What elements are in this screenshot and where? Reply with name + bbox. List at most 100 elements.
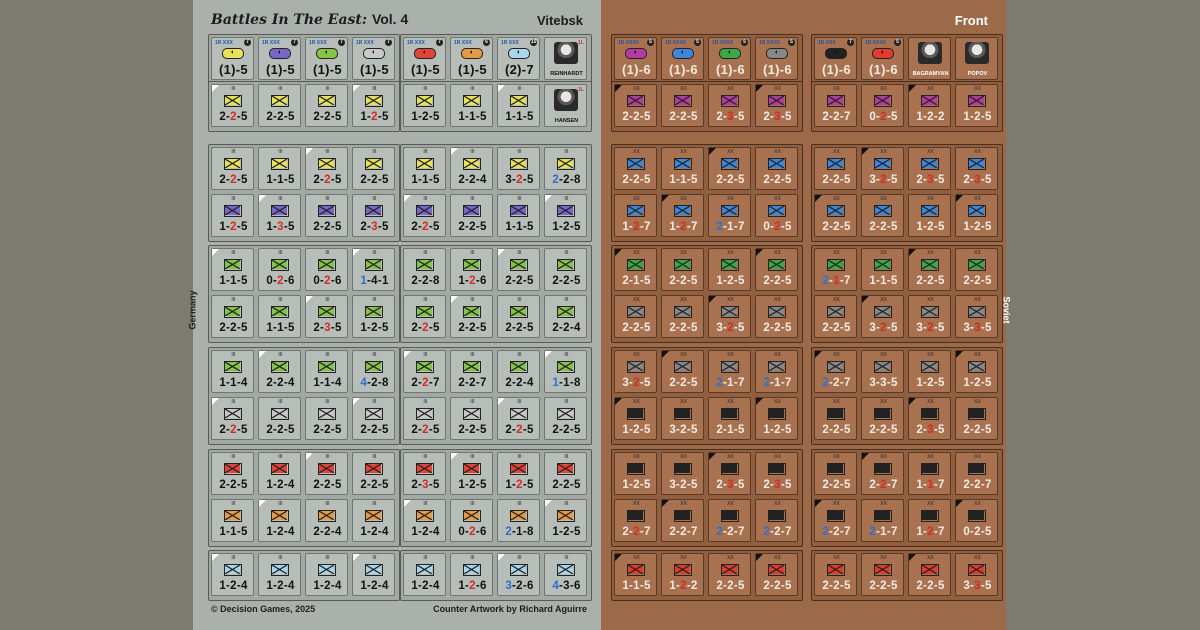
soviet-unit-counter[interactable]: XX 3-3-5 <box>955 553 998 596</box>
soviet-unit-counter[interactable]: XX 3-2-5 <box>908 295 951 338</box>
german-unit-counter[interactable]: III 2-2-5 <box>497 248 540 291</box>
soviet-unit-counter[interactable]: XX 2-2-5 <box>661 248 704 291</box>
german-unit-counter[interactable]: III 2-2-5 <box>352 147 395 190</box>
soviet-unit-counter[interactable]: XX 2-2-5 <box>861 553 904 596</box>
german-hq-counter[interactable]: 1R XXX 7 ◐ (1)-5 <box>211 37 254 80</box>
german-unit-counter[interactable]: III 1-2-5 <box>450 452 493 495</box>
german-unit-counter[interactable]: III 3-2-6 <box>497 553 540 596</box>
german-unit-counter[interactable]: III 1-2-4 <box>211 553 254 596</box>
soviet-unit-counter[interactable]: XX 2-1-7 <box>755 350 798 393</box>
german-unit-counter[interactable]: III 4-3-6 <box>544 553 587 596</box>
soviet-unit-counter[interactable]: XX 1-1-5 <box>861 248 904 291</box>
soviet-unit-counter[interactable]: XX 2-1-7 <box>708 350 751 393</box>
german-unit-counter[interactable]: III 1-2-6 <box>450 553 493 596</box>
german-unit-counter[interactable]: III 1-2-4 <box>403 553 446 596</box>
german-unit-counter[interactable]: III 2-2-4 <box>258 350 301 393</box>
german-unit-counter[interactable]: III 2-2-8 <box>544 147 587 190</box>
german-unit-counter[interactable]: III 1-1-5 <box>450 84 493 127</box>
soviet-unit-counter[interactable]: XX 2-2-5 <box>814 295 857 338</box>
german-unit-counter[interactable]: III 2-2-5 <box>497 397 540 440</box>
soviet-unit-counter[interactable]: XX 3-3-5 <box>861 350 904 393</box>
german-unit-counter[interactable]: III 2-2-5 <box>211 84 254 127</box>
german-hq-counter[interactable]: 1R XXX 7 ◐ (1)-5 <box>352 37 395 80</box>
soviet-unit-counter[interactable]: XX 3-2-5 <box>661 452 704 495</box>
soviet-unit-counter[interactable]: XX 2-2-5 <box>755 295 798 338</box>
soviet-unit-counter[interactable]: XX 3-2-5 <box>861 147 904 190</box>
german-unit-counter[interactable]: III 1-2-4 <box>305 553 348 596</box>
german-unit-counter[interactable]: III 2-2-5 <box>403 397 446 440</box>
german-unit-counter[interactable]: III 1-2-5 <box>352 84 395 127</box>
german-unit-counter[interactable]: III 1-1-5 <box>497 194 540 237</box>
german-unit-counter[interactable]: III 2-3-5 <box>352 194 395 237</box>
german-unit-counter[interactable]: III 2-3-5 <box>403 452 446 495</box>
german-unit-counter[interactable]: III 1-2-5 <box>544 499 587 542</box>
soviet-unit-counter[interactable]: XX 2-2-5 <box>908 553 951 596</box>
german-unit-counter[interactable]: III 2-2-5 <box>403 194 446 237</box>
german-unit-counter[interactable]: III 1-1-5 <box>211 248 254 291</box>
german-unit-counter[interactable]: III 1-1-8 <box>544 350 587 393</box>
soviet-unit-counter[interactable]: XX 2-2-7 <box>708 499 751 542</box>
soviet-unit-counter[interactable]: XX 1-1-5 <box>661 147 704 190</box>
soviet-unit-counter[interactable]: XX 2-2-7 <box>861 452 904 495</box>
german-unit-counter[interactable]: III 2-2-5 <box>352 452 395 495</box>
german-unit-counter[interactable]: III 1-2-4 <box>258 452 301 495</box>
soviet-unit-counter[interactable]: XX 2-2-7 <box>755 499 798 542</box>
soviet-unit-counter[interactable]: XX 2-2-5 <box>955 248 998 291</box>
german-unit-counter[interactable]: III 1-2-5 <box>211 194 254 237</box>
soviet-unit-counter[interactable]: XX 1-2-5 <box>614 452 657 495</box>
soviet-unit-counter[interactable]: XX 2-2-7 <box>814 84 857 127</box>
german-unit-counter[interactable]: III 2-2-5 <box>211 452 254 495</box>
german-unit-counter[interactable]: III 1-3-5 <box>258 194 301 237</box>
german-unit-counter[interactable]: III 2-2-5 <box>211 295 254 338</box>
soviet-unit-counter[interactable]: XX 2-2-5 <box>908 248 951 291</box>
soviet-unit-counter[interactable]: XX 1-2-7 <box>661 194 704 237</box>
soviet-unit-counter[interactable]: XX 2-2-7 <box>814 499 857 542</box>
soviet-hq-counter[interactable]: 1R XXXX 5 ◐ (1)-6 <box>614 37 657 80</box>
german-hq-counter[interactable]: 1R XXX 15 ◐ (2)-7 <box>497 37 540 80</box>
german-unit-counter[interactable]: III 0-2-6 <box>258 248 301 291</box>
german-unit-counter[interactable]: III 2-2-5 <box>305 397 348 440</box>
soviet-unit-counter[interactable]: XX 2-2-7 <box>614 499 657 542</box>
german-unit-counter[interactable]: III 1-1-5 <box>258 147 301 190</box>
soviet-hq-counter[interactable]: 1R XXXX 5 ◐ (1)-6 <box>755 37 798 80</box>
soviet-unit-counter[interactable]: XX 2-2-5 <box>661 350 704 393</box>
soviet-unit-counter[interactable]: XX 2-3-5 <box>708 84 751 127</box>
soviet-unit-counter[interactable]: XX 2-2-5 <box>755 248 798 291</box>
german-unit-counter[interactable]: III 1-2-5 <box>544 194 587 237</box>
german-unit-counter[interactable]: III 2-2-8 <box>403 248 446 291</box>
soviet-unit-counter[interactable]: XX 2-2-5 <box>661 295 704 338</box>
german-unit-counter[interactable]: III 2-1-8 <box>497 499 540 542</box>
soviet-unit-counter[interactable]: XX 1-2-2 <box>661 553 704 596</box>
german-unit-counter[interactable]: III 1-2-4 <box>352 553 395 596</box>
german-unit-counter[interactable]: III 2-2-4 <box>305 499 348 542</box>
german-hq-counter[interactable]: 1R XXX 6 ◐ (1)-5 <box>450 37 493 80</box>
soviet-hq-counter[interactable]: 1R XXXX 5 ◐ (1)-6 <box>708 37 751 80</box>
soviet-unit-counter[interactable]: XX 2-1-5 <box>614 248 657 291</box>
german-unit-counter[interactable]: III 1-1-4 <box>211 350 254 393</box>
soviet-unit-counter[interactable]: XX 3-2-5 <box>614 350 657 393</box>
soviet-unit-counter[interactable]: XX 1-2-7 <box>908 499 951 542</box>
soviet-unit-counter[interactable]: XX 1-2-5 <box>955 350 998 393</box>
soviet-unit-counter[interactable]: XX 1-2-5 <box>614 397 657 440</box>
german-unit-counter[interactable]: III 2-2-7 <box>403 350 446 393</box>
soviet-unit-counter[interactable]: XX 2-3-5 <box>755 452 798 495</box>
german-unit-counter[interactable]: III 1-4-1 <box>352 248 395 291</box>
soviet-hq-counter[interactable]: 1R XXXX 5 ◐ (1)-6 <box>661 37 704 80</box>
soviet-unit-counter[interactable]: XX 2-1-5 <box>708 397 751 440</box>
soviet-unit-counter[interactable]: XX 0-2-5 <box>955 499 998 542</box>
german-unit-counter[interactable]: III 3-2-5 <box>497 147 540 190</box>
soviet-unit-counter[interactable]: XX 2-1-7 <box>708 194 751 237</box>
german-unit-counter[interactable]: III 1-1-5 <box>403 147 446 190</box>
soviet-unit-counter[interactable]: XX 2-2-5 <box>814 397 857 440</box>
soviet-unit-counter[interactable]: XX 2-2-5 <box>708 553 751 596</box>
german-unit-counter[interactable]: III 2-2-5 <box>450 397 493 440</box>
german-unit-counter[interactable]: III 1-1-5 <box>211 499 254 542</box>
soviet-unit-counter[interactable]: XX 1-2-5 <box>908 350 951 393</box>
soviet-unit-counter[interactable]: XX 2-2-5 <box>755 553 798 596</box>
german-unit-counter[interactable]: III 1-2-4 <box>258 553 301 596</box>
soviet-unit-counter[interactable]: XX 2-2-5 <box>614 295 657 338</box>
soviet-unit-counter[interactable]: XX 2-2-7 <box>814 350 857 393</box>
german-unit-counter[interactable]: III 2-2-5 <box>305 452 348 495</box>
soviet-hq-counter[interactable]: 1R XXXX 5 ◐ (1)-6 <box>861 37 904 80</box>
soviet-unit-counter[interactable]: XX 1-2-2 <box>908 84 951 127</box>
